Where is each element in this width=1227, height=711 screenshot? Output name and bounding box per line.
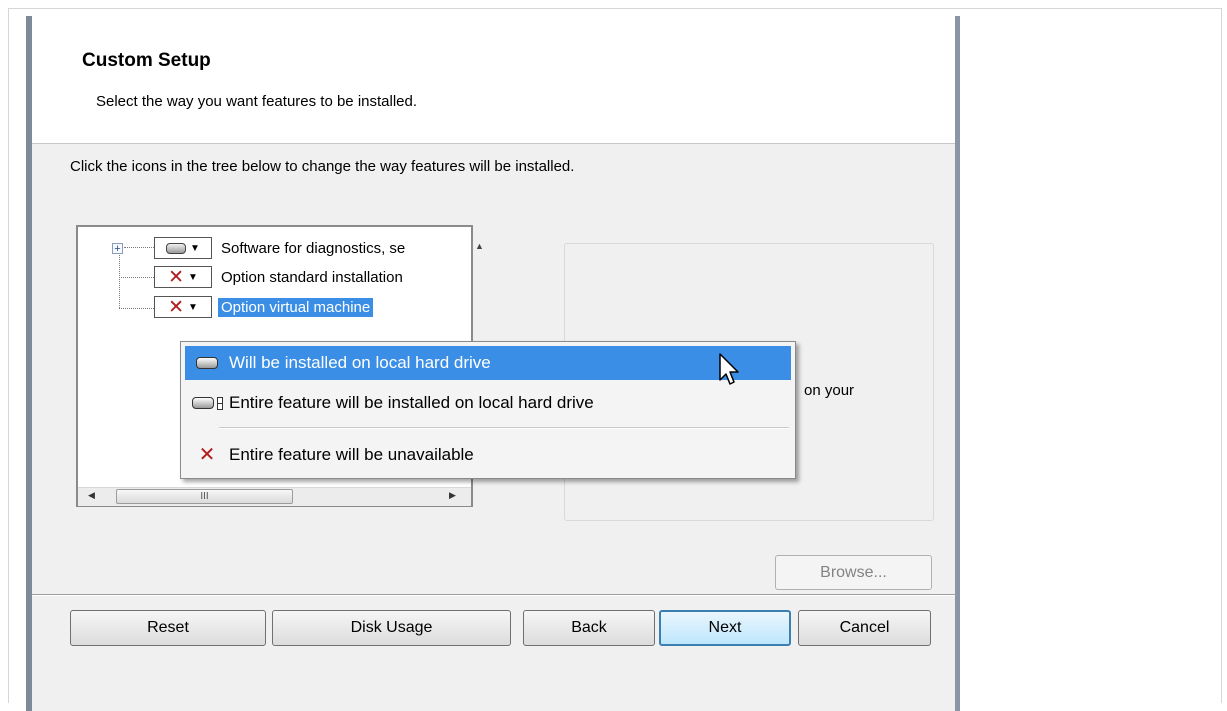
chevron-down-icon: ▼ [188,301,198,313]
scroll-left-icon[interactable]: ◀ [88,490,95,501]
next-button[interactable]: Next [659,610,791,646]
x-icon: ✕ [168,296,184,318]
mouse-cursor-icon [719,353,739,385]
menu-separator [219,427,789,429]
tree-item-label: Software for diagnostics, se [221,239,406,257]
reset-button[interactable]: Reset [70,610,266,646]
tree-line [119,277,154,278]
dialog-title: Custom Setup [82,50,211,71]
browse-button[interactable]: Browse... [775,555,932,590]
feature-state-button[interactable]: ✕ ▼ [154,296,212,318]
cancel-button[interactable]: Cancel [798,610,931,646]
dialog-header: Custom Setup Select the way you want fea… [32,16,955,144]
scrollbar-thumb[interactable]: III [116,489,293,504]
tree-item-virtual-machine[interactable]: ✕ ▼ Option virtual machine [154,294,374,320]
instructions-text: Click the icons in the tree below to cha… [70,158,575,175]
back-button[interactable]: Back [523,610,655,646]
menu-item-label: Will be installed on local hard drive [229,353,491,372]
tree-line [124,247,154,248]
tree-item-label: Option virtual machine [218,297,374,317]
x-icon: ✕ [198,444,216,466]
chevron-down-icon: ▼ [190,242,200,254]
footer-separator [32,594,955,596]
tree-item-label: Option standard installation [221,268,403,286]
horizontal-scrollbar[interactable]: ◀ III ▶ [78,487,471,506]
hard-drive-multi-icon [185,396,229,410]
dialog-subtitle: Select the way you want features to be i… [96,93,418,110]
feature-state-button[interactable]: ✕ ▼ [154,266,212,288]
menu-item-label: Entire feature will be unavailable [229,445,474,464]
tree-line [119,308,154,309]
scroll-up-icon[interactable]: ▲ [475,241,484,251]
install-options-menu: Will be installed on local hard drive En… [180,341,796,479]
menu-item-unavailable[interactable]: ✕ Entire feature will be unavailable [185,438,791,472]
feature-state-button[interactable]: ▼ [154,237,212,259]
tree-item-standard-installation[interactable]: ✕ ▼ Option standard installation [154,264,406,290]
expand-icon[interactable]: + [112,243,123,255]
tree-item-diagnostics[interactable]: ▼ Software for diagnostics, se [154,235,408,261]
tree-line [119,252,120,308]
x-icon: ✕ [168,266,184,288]
menu-item-install-local[interactable]: Will be installed on local hard drive [185,346,791,380]
scroll-right-icon[interactable]: ▶ [449,490,456,501]
chevron-down-icon: ▼ [188,271,198,283]
feature-description-text: on your [804,382,855,399]
hard-drive-icon [185,357,229,369]
menu-item-install-entire-local[interactable]: Entire feature will be installed on loca… [185,386,791,420]
menu-item-label: Entire feature will be installed on loca… [229,393,594,412]
disk-usage-button[interactable]: Disk Usage [272,610,511,646]
hard-drive-icon [166,242,187,254]
